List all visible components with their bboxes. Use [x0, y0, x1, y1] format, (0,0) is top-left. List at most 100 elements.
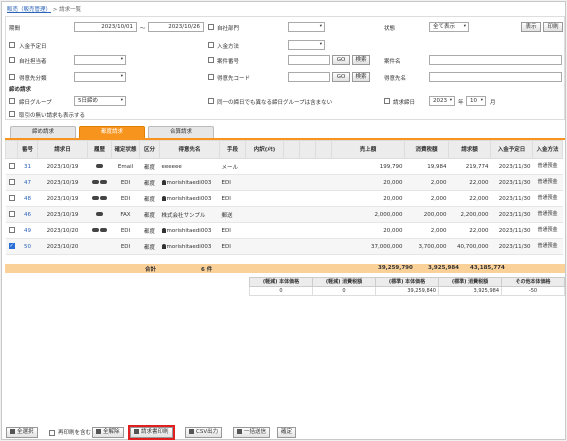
invoice-number-link[interactable]: 48 [17, 190, 38, 207]
column-header[interactable]: 番号 [17, 140, 38, 159]
tab-each-billing[interactable]: 都度請求 [79, 126, 145, 138]
history-icon[interactable] [95, 164, 103, 168]
print-button[interactable]: 印刷 [543, 22, 563, 32]
column-header[interactable]: 売上額 [331, 140, 405, 159]
closing-group-checkbox[interactable] [9, 98, 15, 104]
send-icon [237, 429, 242, 434]
invoice-number-link[interactable]: 49 [17, 222, 38, 239]
case-name-input[interactable] [429, 55, 562, 65]
totals-tax: 3,925,984 [428, 265, 459, 271]
invoice-date: 2023/10/19 [37, 190, 88, 207]
clear-all-button[interactable]: 全解除 [92, 427, 124, 438]
kubun: 都度 [139, 206, 160, 223]
show-button[interactable]: 表示 [521, 22, 541, 32]
deposit-method-select[interactable]: ▾ [288, 40, 325, 50]
own-dept-select[interactable]: ▾ [288, 22, 325, 32]
history-icon[interactable] [95, 212, 103, 216]
customer-go-button[interactable]: GO [332, 72, 350, 82]
table-row[interactable]: 47 2023/10/19 EDI 都度 morishitaedi003 EDI 20,00… [5, 174, 563, 191]
history-icon[interactable] [91, 228, 99, 232]
empty-cell [283, 158, 300, 175]
chevron-down-icon: ▾ [449, 98, 452, 103]
tab-closing-billing[interactable]: 締め請求 [10, 126, 76, 138]
table-row[interactable]: 31 2023/10/19 Email 都度 eeeeee メール 199,790 19,98… [5, 158, 563, 175]
bulk-send-button[interactable]: 一括送信 [233, 427, 271, 438]
invoice-number-link[interactable]: 50 [17, 238, 38, 255]
deposit-method-checkbox[interactable] [208, 42, 214, 48]
show-no-deals-checkbox[interactable] [9, 111, 15, 117]
history-icon[interactable] [99, 180, 107, 184]
person-icon [161, 195, 166, 201]
customer-name-input[interactable] [429, 72, 562, 82]
column-header [283, 140, 300, 159]
column-header[interactable]: 請求額 [448, 140, 491, 159]
case-search-button[interactable]: 検索 [352, 55, 370, 65]
row-checkbox[interactable] [8, 210, 15, 217]
empty-cell [283, 174, 300, 191]
period-from-input[interactable]: 2023/10/01 [74, 22, 137, 32]
case-no-checkbox[interactable] [208, 57, 214, 63]
tab-combined-billing[interactable]: 合算請求 [148, 126, 214, 138]
table-row[interactable]: 46 2023/10/19 FAX 都度 株式会社サンプル 郵送 2,000,000 200,… [5, 206, 563, 223]
row-checkbox[interactable] [8, 194, 15, 201]
chevron-down-icon: ▾ [120, 98, 123, 103]
column-header[interactable]: 区分 [139, 140, 160, 159]
column-header[interactable]: 得意先名 [159, 140, 220, 159]
customer-cell: morishitaedi003 [159, 190, 220, 207]
column-header: 履歴 [87, 140, 112, 159]
period-to-input[interactable]: 2023/10/26 [148, 22, 204, 32]
status-select[interactable]: 全て表示 ▾ [429, 22, 469, 32]
table-row[interactable]: 48 2023/10/19 EDI 都度 morishitaedi003 EDI 20,00… [5, 190, 563, 207]
case-no-input[interactable] [288, 55, 330, 65]
column-header[interactable]: 入金方法 [532, 140, 563, 159]
empty-cell [315, 222, 332, 239]
row-checkbox[interactable] [8, 178, 15, 185]
history-icon[interactable] [91, 196, 99, 200]
customer-class-select[interactable]: ▾ [74, 72, 126, 82]
own-owner-select[interactable]: ▾ [74, 55, 126, 65]
kubun: 都度 [139, 222, 160, 239]
case-go-button[interactable]: GO [332, 55, 350, 65]
kubun: 都度 [139, 190, 160, 207]
closing-group-select[interactable]: 5日締め ▾ [74, 96, 126, 106]
column-header[interactable]: 請求日 [37, 140, 88, 159]
customer-search-button[interactable]: 検索 [352, 72, 370, 82]
customer-code-checkbox[interactable] [208, 74, 214, 80]
own-dept-checkbox[interactable] [208, 24, 214, 30]
invoice-date: 2023/10/19 [37, 206, 88, 223]
invoice-number-link[interactable]: 47 [17, 174, 38, 191]
row-checkbox[interactable] [8, 226, 15, 233]
history-icon[interactable] [91, 180, 99, 184]
deposit-date-checkbox[interactable] [9, 42, 15, 48]
same-closing-checkbox[interactable] [208, 98, 214, 104]
month-select[interactable]: 10 ▾ [466, 96, 486, 106]
column-header[interactable]: 消費税額 [404, 140, 449, 159]
include-reissue-checkbox[interactable] [49, 430, 55, 436]
table-row[interactable]: 49 2023/10/20 EDI 都度 morishitaedi003 EDI 20,00… [5, 222, 563, 239]
month-unit: 月 [490, 100, 496, 106]
row-checkbox[interactable] [8, 162, 15, 169]
column-header[interactable]: 確定状態 [111, 140, 140, 159]
invoice-number-link[interactable]: 31 [17, 158, 38, 175]
year-select[interactable]: 2023 ▾ [429, 96, 455, 106]
sales-amount: 20,000 [331, 174, 405, 191]
invoice-number-link[interactable]: 46 [17, 206, 38, 223]
table-row[interactable]: 502023/10/20EDI都度morishitaedi003EDI37,00… [5, 238, 563, 255]
history-icon[interactable] [99, 228, 107, 232]
select-all-button[interactable]: 全選択 [6, 427, 38, 438]
confirm-button[interactable]: 確定 [277, 427, 297, 438]
history-cell [87, 190, 112, 207]
csv-output-button[interactable]: CSV出力 [185, 427, 223, 438]
breadcrumb-parent-link[interactable]: 販売（販売管理） [7, 7, 51, 13]
tax-summary-table: (軽減) 本体価格 (軽減) 消費税額 (標準) 本体価格 (標準) 消費税額 … [249, 277, 565, 296]
own-owner-checkbox[interactable] [9, 57, 15, 63]
customer-code-input[interactable] [288, 72, 330, 82]
billing-close-checkbox[interactable] [384, 98, 390, 104]
print-invoice-button[interactable]: 請求書印刷 [128, 425, 175, 440]
history-icon[interactable] [99, 196, 107, 200]
column-header[interactable]: 入金予定日 [490, 140, 533, 159]
column-header[interactable]: 手段 [219, 140, 246, 159]
row-checkbox[interactable] [8, 242, 15, 250]
select-all-label: 全選択 [17, 429, 34, 435]
customer-class-checkbox[interactable] [9, 74, 15, 80]
